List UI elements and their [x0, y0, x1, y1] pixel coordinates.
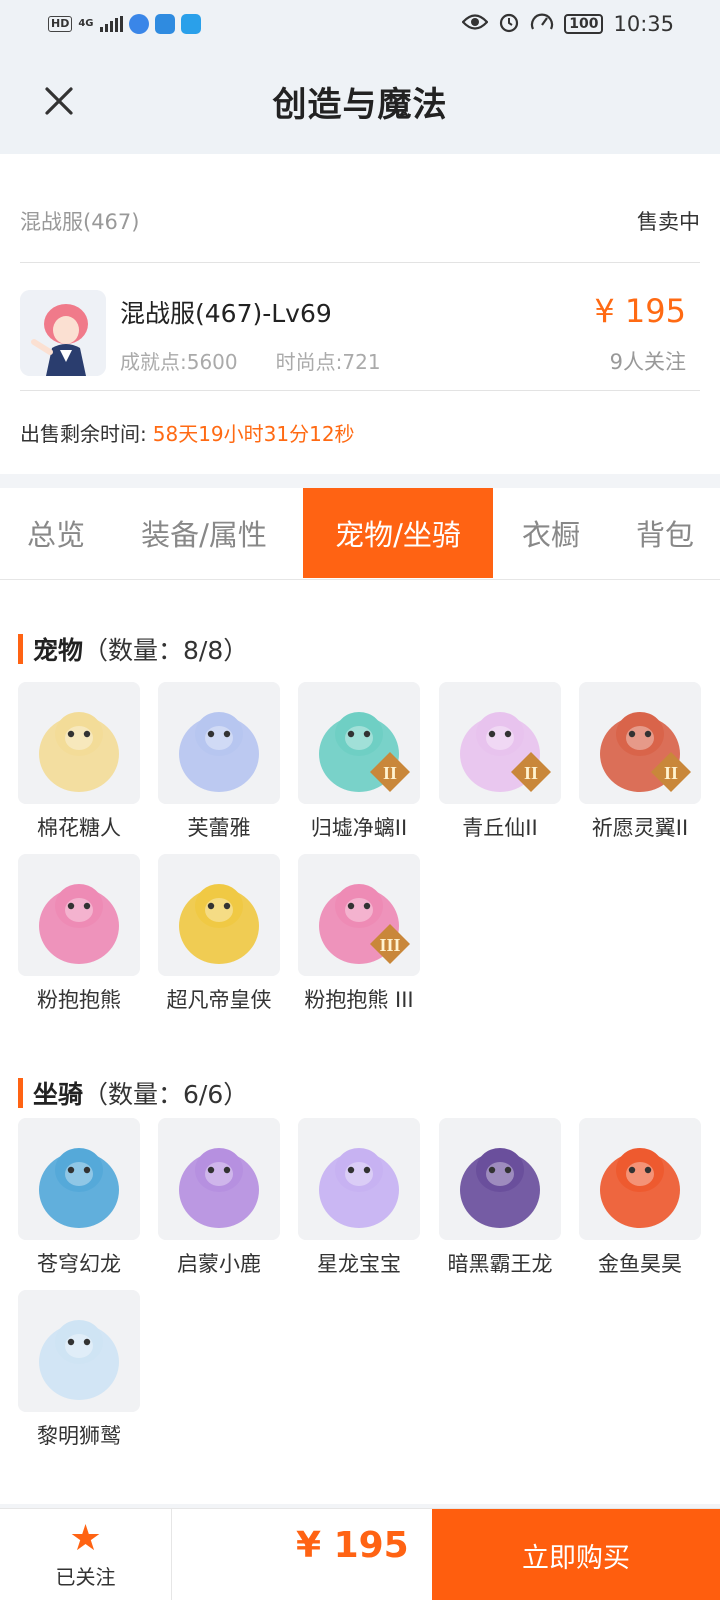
mounts-title: 坐骑 [33, 1080, 84, 1109]
pet-card[interactable]: 粉抱抱熊 [18, 854, 142, 1014]
mount-card[interactable]: 星龙宝宝 [298, 1118, 422, 1278]
pet-name: 粉抱抱熊 III [304, 988, 414, 1012]
mount-card[interactable]: 苍穹幻龙 [18, 1118, 142, 1278]
divider [20, 390, 700, 391]
tab-overview[interactable]: 总览 [0, 488, 112, 578]
tab-pets-mounts[interactable]: 宠物/坐骑 [303, 488, 493, 578]
listing-info-card: 混战服(467) 售卖中 混战服(467)-Lv69 成就点:5600 时尚点:… [0, 154, 720, 474]
tab-equipment[interactable]: 装备/属性 [124, 488, 284, 578]
signal-icon [99, 16, 123, 32]
remaining-time-value: 58天19小时31分12秒 [152, 422, 355, 446]
dark-trex-mount-icon [439, 1118, 561, 1240]
page-title: 创造与魔法 [272, 84, 448, 125]
pink-bear-pet-icon: III [298, 854, 420, 976]
eagle-pet-icon: II [579, 682, 701, 804]
status-right: 100 10:35 [461, 11, 674, 38]
pink-bear-pet-icon [18, 854, 140, 976]
mount-name: 启蒙小鹿 [177, 1252, 261, 1276]
pets-title: 宠物 [33, 636, 84, 665]
dragon-pet-icon: II [298, 682, 420, 804]
pet-name: 棉花糖人 [37, 816, 121, 840]
buy-now-button[interactable]: 立即购买 [432, 1509, 720, 1600]
remaining-time-row: 出售剩余时间: 58天19小时31分12秒 [20, 418, 355, 447]
goldfish-mount-icon [579, 1118, 701, 1240]
clock-time: 10:35 [613, 12, 674, 36]
mount-card[interactable]: 启蒙小鹿 [158, 1118, 282, 1278]
hd-icon: HD [48, 16, 73, 32]
freya-pet-icon [158, 682, 280, 804]
followers-count: 9人关注 [609, 350, 686, 374]
pets-mounts-panel: 宠物 （数量：8/8） 棉花糖人 芙蕾雅 II 归墟净螭II II 青丘仙II II 祈愿灵翼I… [0, 580, 720, 1504]
mount-name: 暗黑霸王龙 [447, 1252, 553, 1276]
follow-label: 已关注 [55, 1564, 116, 1589]
tab-bar: 总览 装备/属性 宠物/坐骑 衣橱 背包 [0, 488, 720, 580]
svg-text:III: III [379, 935, 400, 955]
mount-card[interactable]: 暗黑霸王龙 [439, 1118, 563, 1278]
fox-fairy-pet-icon: II [439, 682, 561, 804]
pet-name: 芙蕾雅 [187, 816, 251, 840]
server-name: 混战服(467) [20, 210, 140, 234]
pet-name: 祈愿灵翼II [591, 816, 689, 840]
book-app-icon [154, 14, 175, 34]
eye-icon [461, 12, 489, 36]
follow-button[interactable]: ★ 已关注 [0, 1509, 172, 1600]
griffin-mount-icon [18, 1290, 140, 1412]
pet-name: 归墟净螭II [310, 816, 408, 840]
battery-icon: 100 [564, 14, 604, 34]
role-avatar [20, 290, 106, 376]
divider [20, 262, 700, 263]
bottom-bar: ★ 已关注 ¥ 195 立即购买 [0, 1508, 720, 1600]
svg-text:II: II [664, 763, 678, 783]
pet-card[interactable]: III 粉抱抱熊 III [298, 854, 422, 1014]
sale-status: 售卖中 [637, 210, 700, 234]
status-left: HD 4G [48, 14, 201, 34]
cotton-candy-pet-icon [18, 682, 140, 804]
tab-bag[interactable]: 背包 [617, 488, 713, 578]
mount-card[interactable]: 黎明狮鹫 [18, 1290, 142, 1450]
pet-card[interactable]: 芙蕾雅 [158, 682, 282, 842]
role-stats: 成就点:5600 时尚点:721 [120, 346, 381, 375]
remaining-time-label: 出售剩余时间: [20, 422, 147, 446]
pet-card[interactable]: II 青丘仙II [439, 682, 563, 842]
star-dragon-mount-icon [298, 1118, 420, 1240]
fashion-points: 时尚点:721 [275, 350, 381, 374]
pet-name: 超凡帝皇侠 [166, 988, 272, 1012]
fawn-mount-icon [158, 1118, 280, 1240]
close-button[interactable] [36, 78, 82, 124]
emperor-knight-pet-icon [158, 854, 280, 976]
mount-name: 苍穹幻龙 [37, 1252, 121, 1276]
mounts-section-title: 坐骑 （数量：6/6） [18, 1078, 249, 1109]
listing-price: ¥ 195 [594, 292, 686, 330]
pets-count: （数量：8/8） [83, 636, 249, 665]
cloud-app-icon [180, 14, 201, 34]
tab-wardrobe[interactable]: 衣橱 [503, 488, 599, 578]
star-icon: ★ [69, 1517, 102, 1559]
pet-card[interactable]: 棉花糖人 [18, 682, 142, 842]
mount-name: 黎明狮鹫 [37, 1424, 121, 1448]
achievement-points: 成就点:5600 [120, 350, 238, 374]
pet-card[interactable]: 超凡帝皇侠 [158, 854, 282, 1014]
app-header: 创造与魔法 [0, 48, 720, 154]
mounts-count: （数量：6/6） [83, 1080, 249, 1109]
svg-text:II: II [524, 763, 538, 783]
mount-name: 星龙宝宝 [317, 1252, 401, 1276]
alarm-icon [498, 11, 520, 38]
mount-card[interactable]: 金鱼昊昊 [579, 1118, 703, 1278]
server-row: 混战服(467) 售卖中 [20, 206, 700, 236]
role-name: 混战服(467)-Lv69 [120, 299, 332, 328]
speed-icon [530, 12, 554, 37]
close-icon [45, 87, 73, 115]
browser-app-icon [128, 14, 149, 34]
status-bar: HD 4G 100 10:35 [0, 0, 720, 48]
sky-dragon-mount-icon [18, 1118, 140, 1240]
network-type-icon: 4G [78, 18, 94, 29]
pet-name: 粉抱抱熊 [37, 988, 121, 1012]
pet-card[interactable]: II 归墟净螭II [298, 682, 422, 842]
svg-text:II: II [383, 763, 397, 783]
pet-name: 青丘仙II [462, 816, 538, 840]
pets-section-title: 宠物 （数量：8/8） [18, 634, 249, 665]
bottom-price: ¥ 195 [296, 1525, 409, 1566]
mount-name: 金鱼昊昊 [598, 1252, 682, 1276]
pet-card[interactable]: II 祈愿灵翼II [579, 682, 703, 842]
